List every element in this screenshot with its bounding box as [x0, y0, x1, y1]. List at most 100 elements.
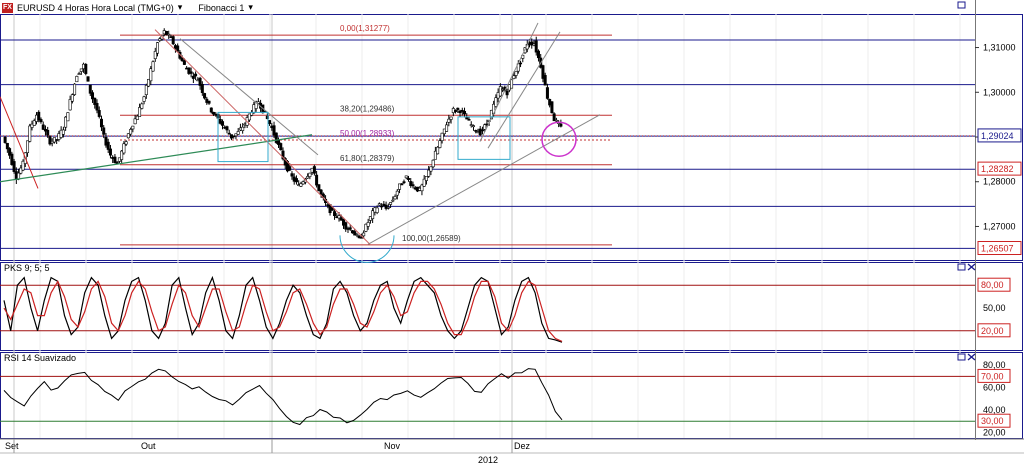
candle-body — [122, 143, 126, 154]
candle-body — [380, 205, 384, 208]
candle-body — [203, 93, 207, 99]
candle-body — [61, 129, 65, 135]
candle-body — [79, 68, 83, 72]
price-tick-label: 1,30000 — [983, 87, 1016, 97]
candle-body — [355, 234, 359, 236]
candle-body — [402, 181, 406, 184]
candle-body — [212, 111, 216, 115]
candle-body — [151, 61, 155, 72]
candle-body — [348, 227, 352, 230]
candle-body — [471, 125, 475, 128]
rsi-tick-label: 60,00 — [983, 383, 1006, 393]
candle-body — [480, 129, 484, 132]
candle-body — [102, 127, 106, 135]
magenta-circle — [541, 121, 577, 157]
candle-body — [142, 96, 146, 102]
candle-body — [333, 211, 337, 217]
fx-icon: FX — [2, 2, 13, 13]
cyan-highlight-box — [217, 111, 269, 163]
candle-body — [406, 178, 410, 180]
candle-body — [200, 84, 204, 93]
candle-body — [39, 119, 43, 123]
candle-body — [108, 148, 112, 156]
candle-body — [366, 222, 370, 227]
candle-body — [550, 101, 554, 114]
candle-body — [46, 129, 50, 136]
fibonacci-label[interactable]: Fibonacci 1 — [198, 3, 244, 13]
candle-body — [86, 76, 90, 82]
chart-window: 1,310001,300001,290001,280001,270000,00(… — [0, 0, 1024, 467]
candle-body — [483, 124, 487, 130]
candle-body — [41, 124, 45, 130]
symbol-dropdown-icon[interactable]: ▾ — [178, 2, 183, 13]
fib-level-label: 38,20(1,29486) — [340, 104, 395, 113]
restore-icon[interactable] — [957, 353, 966, 361]
candle-body — [5, 142, 9, 150]
candle-body — [171, 36, 175, 45]
candle-body — [554, 119, 558, 122]
price-tick-label: 1,31000 — [983, 43, 1016, 53]
candle-body — [512, 75, 516, 79]
candle-body — [191, 75, 195, 79]
candle-body — [28, 125, 32, 142]
candle-body — [70, 94, 74, 102]
candle-body — [124, 141, 128, 145]
candle-body — [467, 119, 471, 121]
fib-level-label: 50,00(1,28933) — [340, 129, 395, 138]
candle-body — [209, 107, 213, 113]
candle-body — [194, 73, 198, 77]
close-icon[interactable] — [967, 263, 976, 271]
descending-channel — [179, 38, 319, 156]
candle-body — [73, 83, 77, 95]
candle-body — [268, 120, 272, 125]
symbol-title[interactable]: EURUSD 4 Horas Hora Local (TMG+0) — [17, 3, 174, 13]
candle-body — [400, 183, 404, 186]
candle-body — [241, 126, 245, 131]
candle-body — [534, 40, 538, 53]
candle-body — [319, 189, 323, 195]
rsi-level-label: 70,00 — [981, 371, 1004, 381]
candle-body — [99, 118, 103, 128]
candle-body — [436, 146, 440, 155]
rsi-tick-label: 40,00 — [983, 405, 1006, 415]
fib-level-label: 61,80(1,28379) — [340, 154, 395, 163]
candle-body — [66, 112, 70, 122]
candle-body — [37, 111, 41, 121]
fibonacci-dropdown-icon[interactable]: ▾ — [248, 2, 253, 13]
candle-body — [182, 60, 186, 65]
candle-body — [207, 100, 211, 104]
candle-body — [514, 71, 518, 76]
price-tag: 1,29024 — [977, 128, 1022, 143]
candle-body — [344, 222, 348, 230]
candle-body — [552, 113, 556, 122]
candle-body — [220, 121, 224, 126]
candle-body — [449, 116, 453, 120]
candle-body — [431, 159, 435, 168]
candle-body — [359, 237, 363, 239]
candle-body — [113, 156, 117, 164]
price-tag-label: 1,26507 — [981, 244, 1014, 254]
candle-body — [454, 110, 458, 112]
time-axis-label: Set — [5, 441, 19, 451]
candle-body — [156, 42, 160, 54]
candle-body — [288, 166, 292, 171]
candle-body — [393, 196, 397, 200]
candle-body — [95, 103, 99, 111]
time-axis-label: Dez — [514, 441, 531, 451]
restore-icon[interactable] — [957, 1, 966, 9]
close-icon[interactable] — [967, 353, 976, 361]
candle-body — [84, 63, 88, 74]
candle-body — [362, 232, 366, 237]
candle-body — [494, 97, 498, 107]
candle-body — [545, 87, 549, 99]
price-tick-label: 1,28000 — [983, 177, 1016, 187]
candle-body — [438, 140, 442, 148]
candle-body — [498, 86, 502, 97]
restore-icon[interactable] — [957, 263, 966, 271]
chart-canvas: 1,310001,300001,290001,280001,270000,00(… — [0, 0, 1024, 465]
candle-body — [519, 62, 523, 65]
candle-body — [375, 207, 379, 213]
price-tag-label: 1,28282 — [981, 164, 1014, 174]
candle-body — [424, 176, 428, 181]
candle-body — [510, 79, 514, 89]
